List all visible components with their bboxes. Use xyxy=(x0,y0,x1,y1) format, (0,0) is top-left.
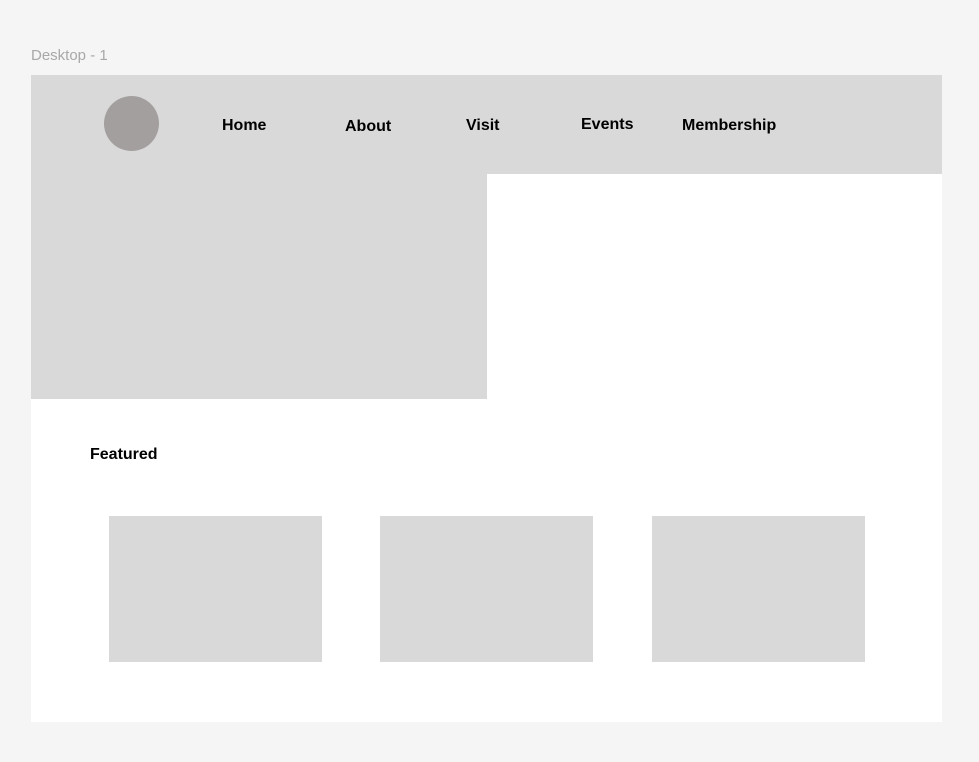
nav-home[interactable]: Home xyxy=(222,117,266,135)
nav-visit[interactable]: Visit xyxy=(466,117,500,135)
featured-card-1[interactable] xyxy=(109,516,322,662)
featured-title: Featured xyxy=(90,446,158,463)
hero-image-placeholder xyxy=(31,174,487,399)
hero-content-area xyxy=(487,174,942,399)
logo[interactable] xyxy=(104,96,159,151)
nav-events[interactable]: Events xyxy=(581,116,633,134)
nav-about[interactable]: About xyxy=(345,118,391,136)
navbar: Home About Visit Events Membership xyxy=(31,75,942,174)
nav-membership[interactable]: Membership xyxy=(682,117,776,135)
featured-card-3[interactable] xyxy=(652,516,865,662)
featured-card-2[interactable] xyxy=(380,516,593,662)
desktop-frame: Home About Visit Events Membership Featu… xyxy=(31,75,942,722)
frame-label: Desktop - 1 xyxy=(31,47,108,64)
